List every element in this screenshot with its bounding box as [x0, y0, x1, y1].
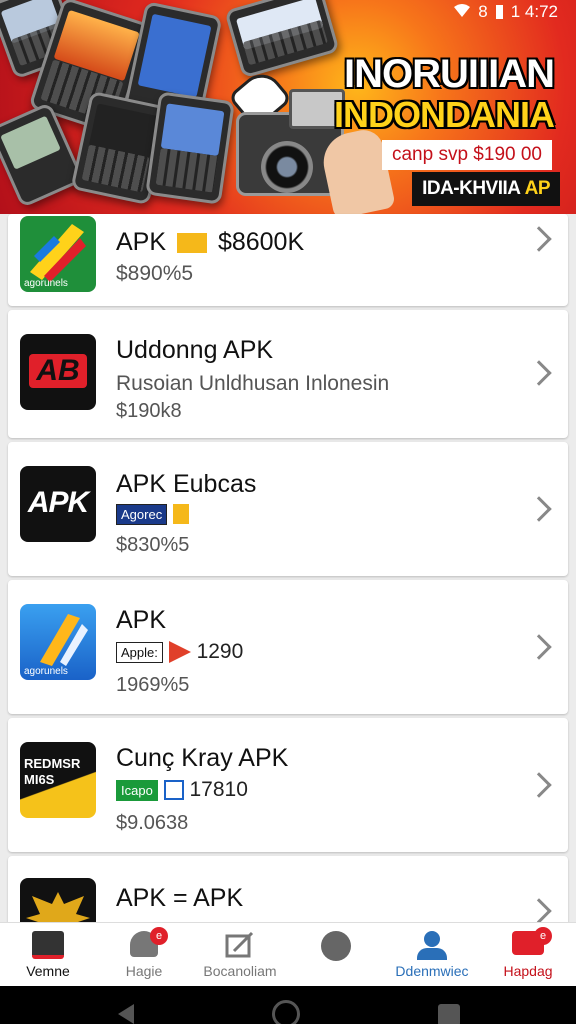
- notification-badge: e: [150, 927, 168, 945]
- bottom-navigation: Vemne e Hagie Bocanoliam Ddenmwiec e Hap…: [0, 922, 576, 986]
- home-button-icon[interactable]: [272, 1000, 300, 1024]
- app-price: 1969%5: [116, 674, 190, 696]
- icon-caption: REDMSR MI6S: [24, 756, 81, 787]
- app-price: $830%5: [116, 534, 190, 556]
- arrow-icon: [163, 780, 184, 801]
- icon-caption: APK: [27, 486, 89, 519]
- edit-icon: [224, 931, 256, 959]
- app-badge-value: 17810: [189, 778, 248, 801]
- nav-label: Bocanoliam: [203, 963, 277, 979]
- chevron-right-icon[interactable]: [526, 496, 552, 522]
- badge-icon: [176, 233, 207, 254]
- globe-icon: [320, 931, 352, 961]
- app-name: APK = APK: [116, 884, 244, 912]
- nav-item-edit[interactable]: Bocanoliam: [192, 923, 288, 986]
- chevron-right-icon[interactable]: [526, 226, 552, 252]
- icon-caption: AB: [29, 354, 87, 388]
- app-badge-row: Agorec: [116, 502, 190, 526]
- nav-label: Hagie: [125, 963, 163, 979]
- banner-subtitle: INDONDANIA: [334, 94, 555, 135]
- message-icon: e: [512, 927, 552, 959]
- system-navigation-bar: [0, 986, 576, 1024]
- chevron-right-icon[interactable]: [526, 898, 552, 924]
- nav-label: Hapdag: [503, 963, 553, 979]
- recent-apps-icon[interactable]: [438, 1004, 460, 1024]
- phone-image: [145, 91, 235, 205]
- ab-logo-icon: AB: [20, 334, 96, 410]
- phone-image: [224, 0, 340, 79]
- app-badge: Icapo: [116, 779, 158, 801]
- icon-caption: agorunels: [24, 278, 68, 289]
- profile-icon: [416, 931, 448, 960]
- redmsr-icon: REDMSR MI6S: [20, 742, 96, 818]
- signal-strength: 8: [478, 2, 488, 21]
- app-badge-row: Icapo 17810: [116, 778, 248, 802]
- battery-icon: [495, 5, 503, 19]
- nav-item-explore[interactable]: [288, 923, 384, 986]
- nav-label: Ddenmwiec: [395, 963, 469, 979]
- nav-item-home[interactable]: Vemne: [0, 923, 96, 986]
- badge-icon: [173, 504, 190, 525]
- chevron-right-icon[interactable]: [526, 360, 552, 386]
- app-badge-text: $8600K: [217, 228, 305, 256]
- app-name: APK Eubcas: [116, 470, 257, 498]
- app-badge: Apple:: [116, 641, 163, 663]
- chevron-right-icon[interactable]: [526, 634, 552, 660]
- app-badge: Agorec: [116, 503, 168, 525]
- list-item[interactable]: APK APK Eubcas Agorec $830%5: [8, 442, 568, 576]
- home-icon: [32, 931, 64, 959]
- chevron-right-icon[interactable]: [526, 772, 552, 798]
- list-item[interactable]: agorunels APK Apple: 1290 1969%5: [8, 580, 568, 714]
- app-name: APK: [116, 606, 167, 634]
- icon-caption: agorunels: [24, 666, 68, 677]
- app-badge-row: Apple: 1290: [116, 640, 243, 664]
- app-description: Rusoian Unldhusan Inlonesin: [116, 372, 390, 395]
- app-price: $890%5: [116, 262, 194, 285]
- nav-item-messages[interactable]: e Hapdag: [480, 923, 576, 986]
- back-icon[interactable]: [118, 1004, 134, 1024]
- app-price: $9.0638: [116, 812, 189, 834]
- app-name: Cunç Kray APK: [116, 744, 289, 772]
- apk-logo-icon: APK: [20, 466, 96, 542]
- app-name: Uddonng APK: [116, 336, 274, 364]
- wifi-icon: [454, 2, 471, 22]
- message-badge: e: [534, 927, 552, 945]
- promo-banner[interactable]: 8 1 4:72 INORUIIIAN INDONDANIA canp svp …: [0, 0, 576, 214]
- banner-tag: IDA-KHVIIA AP: [412, 172, 560, 206]
- nav-label: Vemne: [26, 963, 70, 979]
- app-name: APK $8600K: [116, 228, 304, 257]
- clock: 1 4:72: [510, 2, 558, 21]
- colorful-x-icon: agorunels: [20, 216, 96, 292]
- banner-price: canp svp $190 00: [381, 140, 552, 170]
- app-price: $190k8: [116, 400, 182, 422]
- list-item[interactable]: AB Uddonng APK Rusoian Unldhusan Inlones…: [8, 310, 568, 438]
- bell-icon: e: [128, 927, 168, 959]
- banner-tag-accent: AP: [524, 178, 551, 199]
- nav-item-notifications[interactable]: e Hagie: [96, 923, 192, 986]
- nav-item-profile[interactable]: Ddenmwiec: [384, 923, 480, 986]
- banner-tag-text: IDA-KHVIIA: [422, 178, 520, 199]
- banner-title: INORUIIIAN: [344, 52, 555, 96]
- app-badge-value: 1290: [196, 640, 244, 663]
- play-icon: [168, 641, 191, 664]
- list-item[interactable]: agorunels APK $8600K $890%5: [8, 214, 568, 306]
- screen: 8 1 4:72 INORUIIIAN INDONDANIA canp svp …: [0, 0, 576, 1024]
- app-name-text: APK: [116, 228, 167, 256]
- list-item[interactable]: REDMSR MI6S Cunç Kray APK Icapo 17810 $9…: [8, 718, 568, 852]
- status-bar: 8 1 4:72: [454, 0, 576, 24]
- blue-slash-icon: agorunels: [20, 604, 96, 680]
